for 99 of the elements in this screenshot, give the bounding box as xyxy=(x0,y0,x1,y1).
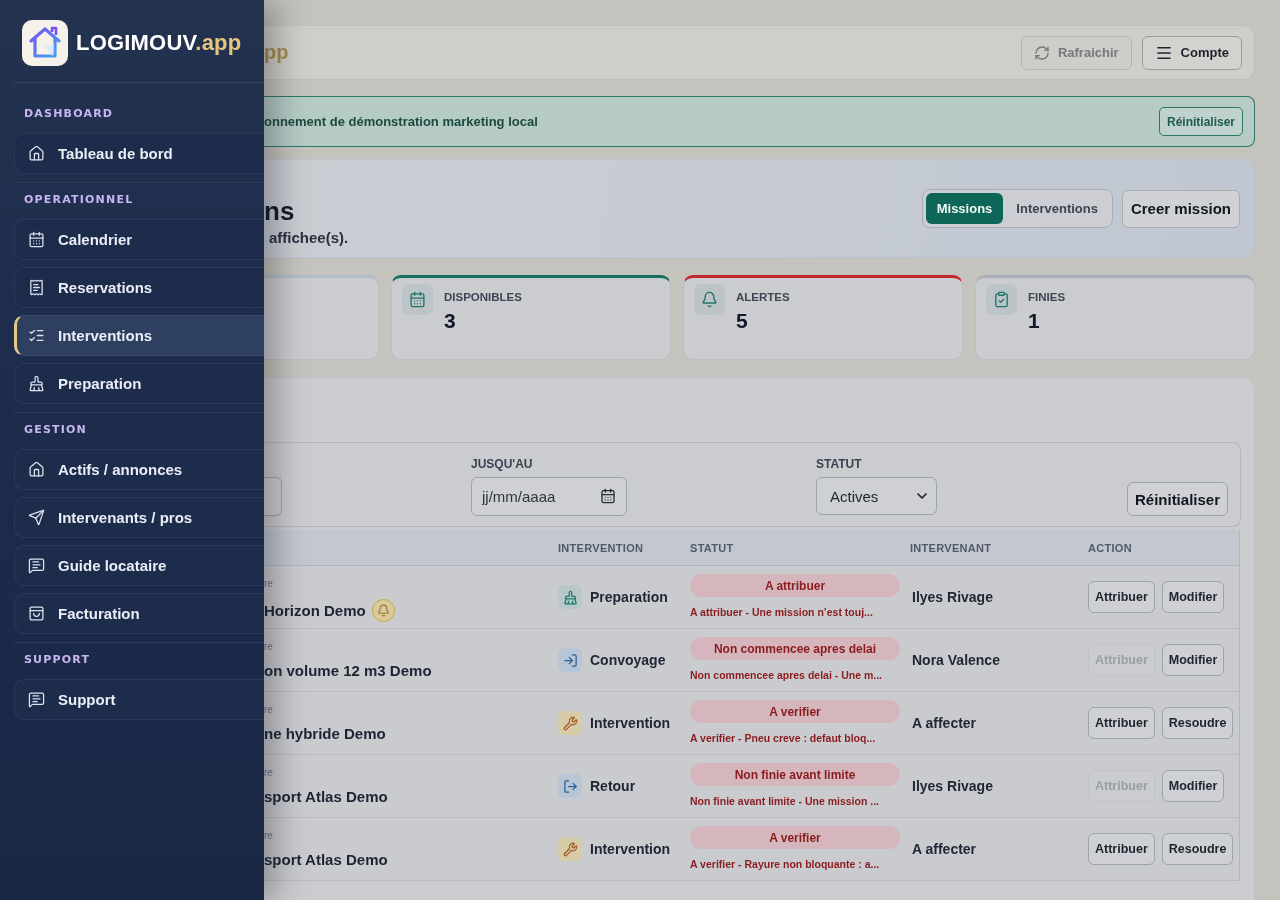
stat-value: 5 xyxy=(736,309,748,333)
nav-item[interactable]: Actifs / annonces xyxy=(14,449,264,490)
account-button[interactable]: Compte xyxy=(1141,35,1242,70)
assignee-name: A affecter xyxy=(912,841,977,857)
action-button[interactable]: Modifier xyxy=(1161,770,1225,802)
exit-icon xyxy=(558,774,582,798)
mission-subtitle: re xyxy=(264,641,273,653)
calendar-icon xyxy=(402,284,433,315)
stat-value: 1 xyxy=(1028,309,1040,333)
bell-icon xyxy=(694,284,725,315)
view-tab[interactable]: Missions xyxy=(925,193,1004,224)
status-select[interactable]: Actives xyxy=(816,477,937,515)
calendar-icon xyxy=(600,488,616,504)
mission-subtitle: re xyxy=(264,830,273,842)
date-field[interactable] xyxy=(264,477,282,516)
section-heading: GESTION xyxy=(24,423,88,437)
date-field[interactable]: jj/mm/aaaa xyxy=(471,477,627,516)
intervention-type: Convoyage xyxy=(590,652,666,668)
stat-label: DISPONIBLES xyxy=(444,290,522,304)
status-badge: A attribuer xyxy=(690,574,900,597)
section-heading: SUPPORT xyxy=(24,653,91,667)
action-button[interactable]: Attribuer xyxy=(1088,833,1155,865)
stat-label: ALERTES xyxy=(736,290,790,304)
intervention-type: Retour xyxy=(590,778,636,794)
action-button[interactable]: Resoudre xyxy=(1161,833,1234,865)
status-detail: A verifier - Rayure non bloquante : a... xyxy=(690,858,880,871)
receipt-icon xyxy=(28,279,45,296)
field-label: JUSQU'AU xyxy=(471,457,533,471)
nav-item[interactable]: Tableau de bord xyxy=(14,133,264,174)
action-button[interactable]: Attribuer xyxy=(1088,707,1155,739)
message-icon xyxy=(28,557,45,574)
assignee-name: Ilyes Rivage xyxy=(912,778,993,794)
create-mission-button[interactable]: Creer mission xyxy=(1121,189,1240,228)
nav-item[interactable]: Reservations xyxy=(14,267,264,308)
action-button[interactable]: Modifier xyxy=(1161,644,1225,676)
section-heading: OPERATIONNEL xyxy=(24,193,134,207)
clipboard-check-icon xyxy=(986,284,1017,315)
refresh-icon xyxy=(1033,44,1050,61)
mission-title: on volume 12 m3 Demo xyxy=(264,662,432,680)
status-badge: Non finie avant limite xyxy=(690,763,900,786)
tray-icon xyxy=(28,605,45,622)
banner-text: onnement de démonstration marketing local xyxy=(264,114,538,129)
view-tab[interactable]: Interventions xyxy=(1005,193,1109,224)
nav-item[interactable]: Support xyxy=(14,679,264,720)
home-icon xyxy=(28,461,45,478)
intervention-type: Intervention xyxy=(590,715,671,731)
stat-label: FINIES xyxy=(1028,290,1066,304)
logo-icon xyxy=(22,20,68,66)
nav-item[interactable]: Intervenants / pros xyxy=(14,497,264,538)
stat-value: 3 xyxy=(444,309,456,333)
mission-title: ne hybride Demo xyxy=(264,725,386,743)
mission-title: sport Atlas Demo xyxy=(264,851,388,869)
nav-item[interactable]: Guide locataire xyxy=(14,545,264,586)
calendar-icon xyxy=(28,231,45,248)
intervention-type: Intervention xyxy=(590,841,671,857)
nav-item[interactable]: Preparation xyxy=(14,363,264,404)
page-title: ns xyxy=(264,196,295,226)
wrench-icon xyxy=(558,711,582,735)
section-heading: DASHBOARD xyxy=(24,107,114,121)
checklist-icon xyxy=(28,327,45,344)
brush-icon xyxy=(28,375,45,392)
assignee-name: Ilyes Rivage xyxy=(912,589,993,605)
status-detail: Non finie avant limite - Une mission ... xyxy=(690,795,880,808)
status-detail: A attribuer - Une mission n’est touj... xyxy=(690,606,873,619)
status-detail: A verifier - Pneu creve : defaut bloq... xyxy=(690,732,876,745)
mission-subtitle: re xyxy=(264,767,273,779)
column-header: STATUT xyxy=(690,541,734,554)
reset-button[interactable]: Réinitialiser xyxy=(1126,482,1228,516)
mission-title: sport Atlas Demo xyxy=(264,788,388,806)
enter-icon xyxy=(558,648,582,672)
action-button[interactable]: Modifier xyxy=(1161,581,1225,613)
nav-item[interactable]: Calendrier xyxy=(14,219,264,260)
action-button[interactable]: Attribuer xyxy=(1088,581,1155,613)
column-header: ACTION xyxy=(1088,541,1132,554)
nav-item[interactable]: Interventions xyxy=(14,315,264,356)
reset-button[interactable]: Réinitialiser xyxy=(1158,107,1243,136)
paper-plane-icon xyxy=(28,509,45,526)
status-badge: A verifier xyxy=(690,700,900,723)
status-detail: Non commencee apres delai - Une m... xyxy=(690,669,882,682)
field-label: STATUT xyxy=(816,457,862,471)
page-subtitle: affichee(s). xyxy=(269,229,349,247)
intervention-type: Preparation xyxy=(590,589,668,605)
brand-name: pp xyxy=(264,41,289,64)
column-header: INTERVENTION xyxy=(558,541,644,554)
assignee-name: A affecter xyxy=(912,715,977,731)
brand-name: LOGIMOUV.app xyxy=(76,30,242,56)
nav-item[interactable]: Facturation xyxy=(14,593,264,634)
brush-icon xyxy=(558,585,582,609)
home-icon xyxy=(28,145,45,162)
mission-subtitle: re xyxy=(264,704,273,716)
message-icon xyxy=(28,691,45,708)
status-badge: A verifier xyxy=(690,826,900,849)
mission-title: Horizon Demo xyxy=(264,601,366,620)
wrench-icon xyxy=(558,837,582,861)
action-button[interactable]: Resoudre xyxy=(1161,707,1234,739)
mission-subtitle: re xyxy=(264,578,273,590)
column-header: INTERVENANT xyxy=(910,541,992,554)
status-badge: Non commencee apres delai xyxy=(690,637,900,660)
assignee-name: Nora Valence xyxy=(912,652,1000,668)
